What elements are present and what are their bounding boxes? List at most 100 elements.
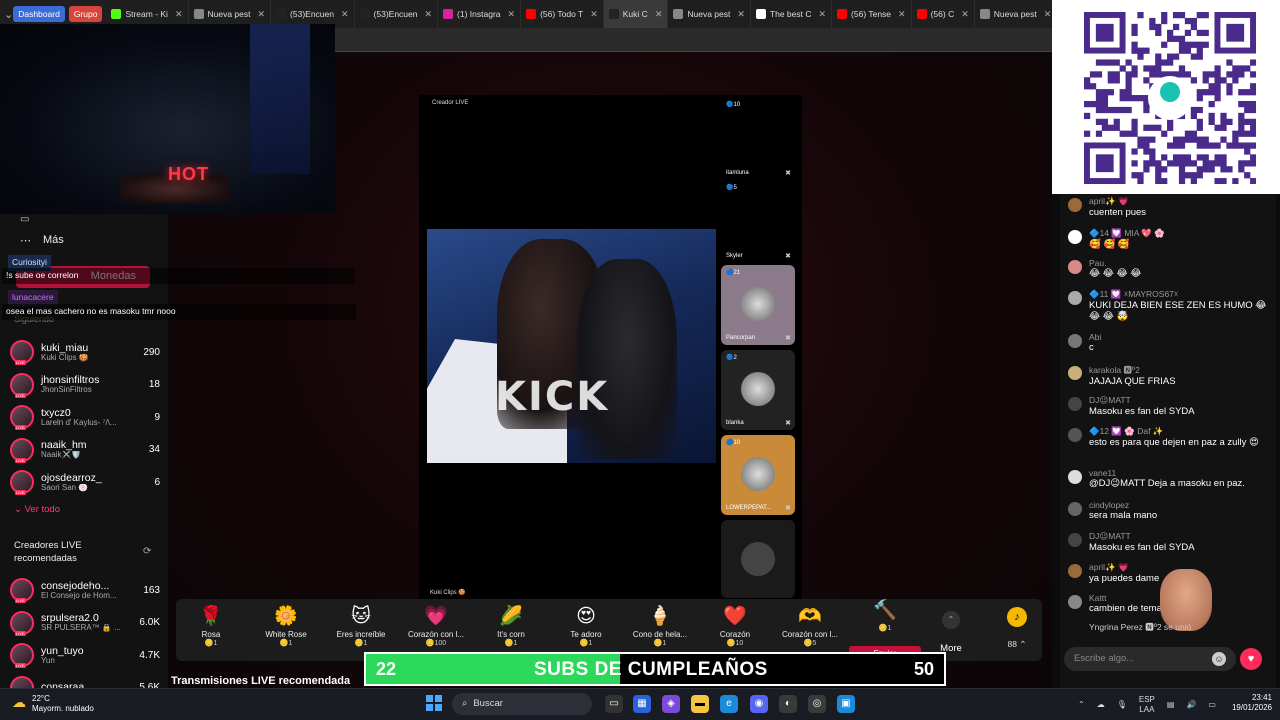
browser-tab[interactable]: (56) Todo T ✕ [521,0,604,28]
avatar[interactable] [1068,533,1082,547]
browser-tab[interactable]: (53)Encuen ✕ [355,0,439,28]
coin-balance-button[interactable]: ♪ 88 ⌃ [1000,607,1034,650]
close-icon[interactable]: ✕ [175,9,183,20]
creator-row[interactable]: LIVE kuki_miau Kuki Clips 🍪 290 [10,336,160,369]
tab-group-grupo2[interactable]: Grupo 2 [68,6,103,35]
avatar[interactable] [1068,397,1082,411]
browser-tab[interactable]: (1) Instagra ✕ [438,0,522,28]
gift-selected[interactable]: 🔨 🪙1 [849,598,921,632]
gift-item[interactable]: 🌹 Rosa 🪙1 [175,604,247,647]
close-icon[interactable]: ✕ [1044,9,1052,20]
app-icon[interactable]: ▣ [837,695,855,713]
close-icon[interactable]: ✕ [508,9,516,20]
avatar[interactable] [1068,564,1082,578]
avatar[interactable] [1068,428,1082,442]
close-icon[interactable]: ✕ [655,9,663,20]
creator-row[interactable]: LIVE txycz0 Lareln d' Kaylus- ⁷/\... 9 [10,401,160,434]
chat-username[interactable]: DJ😉MATT [1089,395,1268,406]
creator-row[interactable]: LIVEconsaraa5.6K [10,672,160,688]
creator-row[interactable]: LIVE yun_tuyo Yun 4.7K [10,639,160,672]
more-menu[interactable]: ⋯ Más [20,234,64,247]
network-icon[interactable]: ▤ [1167,700,1175,709]
chat-username[interactable]: cindylopez [1089,500,1268,510]
close-icon[interactable]: ✕ [737,9,745,20]
gift-item[interactable]: 🌽 It's corn 🪙1 [475,604,547,647]
guest-tile[interactable] [721,520,795,598]
gift-item[interactable]: 🐱 Eres increíble 🪙1 [325,604,397,647]
avatar[interactable] [1068,502,1082,516]
clock[interactable]: 23:41 19/01/2026 [1228,693,1272,714]
guest-tile[interactable]: 🔵5 [721,180,795,200]
mic-icon[interactable]: 🎙 [1117,700,1127,709]
copilot-icon[interactable]: ◈ [662,695,680,713]
gift-item[interactable]: 🌼 White Rose 🪙1 [250,604,322,647]
file-explorer-icon[interactable]: ▬ [691,695,709,713]
guest-tile[interactable]: 🔵10 [721,97,795,117]
browser-tab[interactable]: Nueva pest ✕ [975,0,1058,28]
avatar[interactable] [1068,260,1082,274]
creator-row[interactable]: LIVE jhonsinfiltros JhonSinFiltros 18 [10,369,160,402]
refresh-icon[interactable]: ⟳ [143,546,151,557]
emoji-icon[interactable]: ☺ [1212,652,1226,666]
taskbar-search[interactable]: ⌕ Buscar [452,693,592,715]
obs-icon[interactable]: ◎ [808,695,826,713]
chat-username[interactable]: 🔷11 💟 ☓MAYROS67☓ [1089,289,1268,300]
close-icon[interactable]: ✕ [898,9,906,20]
close-icon[interactable]: ✕ [258,9,266,20]
guest-tile[interactable]: 🔵21 Pancorpan ✖ [721,265,795,345]
close-icon[interactable]: ✕ [341,9,349,20]
volume-icon[interactable]: 🔊 [1186,700,1196,709]
browser-tab[interactable]: (56) Tense ✕ [832,0,912,28]
tab-group-dashboard[interactable]: Dashboard [13,6,65,22]
browser-tab[interactable]: (56) C ✕ [912,0,975,28]
chat-username[interactable]: Abi [1089,332,1268,342]
chat-username[interactable]: 🔷12 💟 🌸 Daf ✨ [1089,426,1268,437]
creator-row[interactable]: LIVE consejodeho... El Consejo de Hom... 16… [10,574,160,607]
chat-input[interactable]: Escribe algo... [1064,647,1236,671]
close-icon[interactable]: ✕ [590,9,598,20]
task-view-icon[interactable]: ▭ [605,695,623,713]
address-bar[interactable] [335,28,1052,52]
chat-username[interactable]: april✨ 💗 [1089,196,1268,207]
weather-widget[interactable]: ☁ 22°C Mayorm. nublado [12,694,94,713]
avatar[interactable] [1068,366,1082,380]
browser-tab[interactable]: Nueva pest ✕ [668,0,751,28]
more-gifts-button[interactable]: ⌃ More [936,611,966,655]
edge-icon[interactable]: e [720,695,738,713]
windows-start-icon[interactable] [426,695,442,711]
chat-username[interactable]: karakola 🅽º2 [1089,364,1268,376]
avatar[interactable] [1068,198,1082,212]
guest-tile[interactable]: Skyler ✖ [721,201,795,263]
creator-row[interactable]: LIVE ojosdearroz_ Saori San 🍥 6 [10,466,160,499]
gift-item[interactable]: 😍 Te adoro 🪙1 [550,604,622,647]
gift-item[interactable]: 🫶 Corazón con l... 🪙5 [774,604,846,647]
discord-icon[interactable]: ◉ [750,695,768,713]
profile-icon[interactable]: ▭ [20,214,29,225]
creator-row[interactable]: LIVE naaik_hm Naaik⚔️🛡️ 34 [10,434,160,467]
battery-icon[interactable]: ▭ [1208,700,1216,709]
cloud-icon[interactable]: ☁ [1097,700,1105,709]
close-icon[interactable]: ✕ [425,9,433,20]
close-icon[interactable]: ✕ [818,9,826,20]
chat-username[interactable]: vane11 [1089,468,1268,478]
chat-username[interactable]: Pau. [1089,258,1268,268]
app-icon[interactable]: ◐ [779,695,797,713]
avatar[interactable] [1068,334,1082,348]
gift-item[interactable]: 💗 Corazón con l... 🪙100 [400,604,472,647]
avatar[interactable] [1068,291,1082,305]
avatar[interactable] [1068,470,1082,484]
main-video[interactable]: KICK [427,229,716,463]
creator-row[interactable]: LIVE srpulsera2.0 SR PULSERA™ 🔒 ... 6.0K [10,607,160,640]
chat-username[interactable]: DJ😉MATT [1089,531,1268,542]
language-indicator[interactable]: ESP LAA [1139,695,1155,714]
guest-tile[interactable]: 🔵2 blanka ✖ [721,350,795,430]
browser-tab[interactable]: Kuki C ✕ [603,0,669,28]
guest-tile[interactable]: itamluna ✖ [721,118,795,180]
see-all-link[interactable]: ⌄ Ver todo [14,504,60,515]
close-icon[interactable]: ✕ [961,9,969,20]
browser-tab[interactable]: The best C ✕ [751,0,833,28]
avatar[interactable] [1068,230,1082,244]
gift-item[interactable]: 🍦 Cono de hela... 🪙1 [624,604,696,647]
guest-tile[interactable]: 🔵10 LOWERPEPAT... ✖ [721,435,795,515]
store-icon[interactable]: ▦ [633,695,651,713]
